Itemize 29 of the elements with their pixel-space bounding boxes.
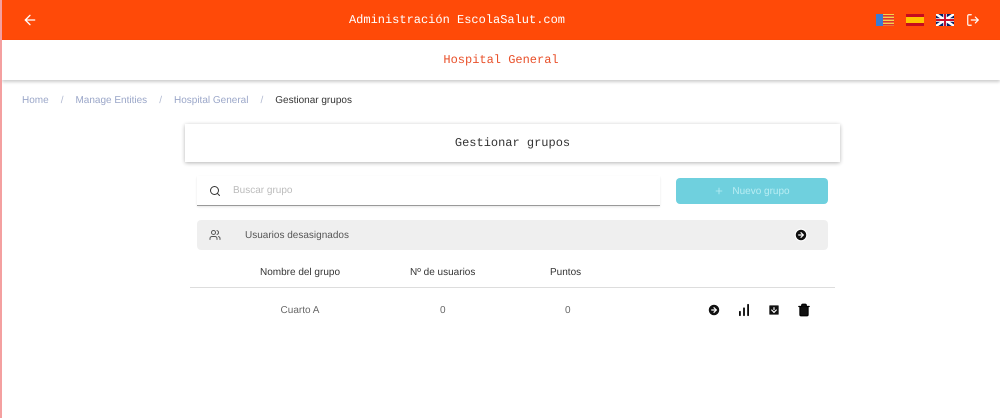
unassigned-users-label: Usuarios desasignados xyxy=(245,228,350,242)
table-cell-text: 0 xyxy=(564,304,572,318)
table-cell-text: 0 xyxy=(439,304,447,318)
page-title: Gestionar grupos xyxy=(454,135,570,152)
breadcrumb-link[interactable]: Home xyxy=(22,92,49,108)
unassigned-users-row[interactable]: Usuarios desasignados xyxy=(197,220,828,250)
breadcrumb-separator: / xyxy=(260,94,264,108)
column-header: Puntos xyxy=(550,266,582,280)
breadcrumb-separator: / xyxy=(159,94,162,108)
search-field[interactable]: Buscar grupo xyxy=(233,176,648,205)
arrow-circle-icon[interactable] xyxy=(707,303,721,317)
bar-chart-icon[interactable] xyxy=(737,303,751,317)
column-header: Nº de usuarios xyxy=(410,266,476,280)
app-title: Administración EscolaSalut.com xyxy=(348,12,566,29)
column-header: Nombre del grupo xyxy=(260,266,340,280)
plus-icon xyxy=(714,186,724,196)
breadcrumb-link[interactable]: Manage Entities xyxy=(75,92,148,108)
download-icon[interactable] xyxy=(767,303,781,317)
table-cell-text: Cuarto A xyxy=(280,304,320,318)
flag-icon[interactable] xyxy=(936,14,954,26)
entity-title: Hospital General xyxy=(443,52,559,69)
logout-icon[interactable] xyxy=(966,13,980,27)
back-icon[interactable] xyxy=(22,12,38,28)
search-icon xyxy=(209,184,221,196)
trash-icon[interactable] xyxy=(797,303,811,317)
users-icon xyxy=(209,229,221,241)
arrow-circle-icon[interactable] xyxy=(794,228,808,242)
breadcrumb-link[interactable]: Hospital General xyxy=(174,92,248,108)
breadcrumb-separator: / xyxy=(60,94,64,108)
